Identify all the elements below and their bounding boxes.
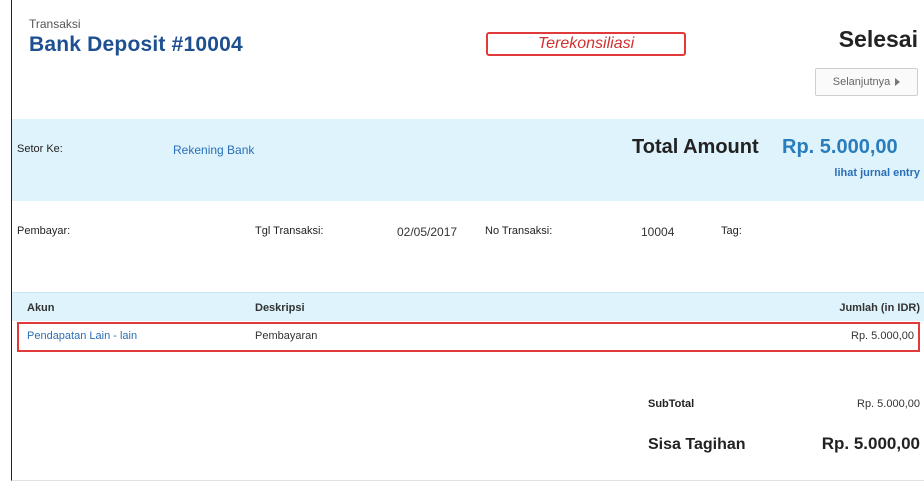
next-button-label: Selanjutnya: [832, 76, 891, 88]
tag-label: Tag:: [721, 225, 742, 237]
row-description: Pembayaran: [255, 330, 318, 342]
view-journal-entry-link[interactable]: lihat jurnal entry: [834, 167, 920, 179]
column-account: Akun: [27, 302, 55, 314]
reconciled-status-badge: Terekonsiliasi: [486, 32, 686, 56]
transaction-date-value: 02/05/2017: [397, 225, 458, 239]
transaction-date-label: Tgl Transaksi:: [255, 225, 324, 237]
subtotal-value: Rp. 5.000,00: [857, 398, 920, 410]
subtotal-label: SubTotal: [648, 398, 695, 410]
deposit-to-label: Setor Ke:: [17, 143, 63, 155]
remaining-balance-label: Sisa Tagihan: [648, 436, 746, 453]
total-amount-value: Rp. 5.000,00: [782, 136, 898, 158]
transaction-panel: [11, 0, 924, 481]
table-row[interactable]: [17, 322, 920, 352]
page-title: Bank Deposit #10004: [29, 33, 243, 56]
transaction-type-label: Transaksi: [29, 17, 81, 31]
total-amount-label: Total Amount: [632, 136, 759, 158]
summary-band: [12, 119, 924, 201]
transaction-number-label: No Transaksi:: [485, 225, 553, 237]
next-button[interactable]: Selanjutnya: [815, 68, 918, 96]
payer-label: Pembayar:: [17, 225, 71, 237]
caret-right-icon: [895, 78, 901, 86]
column-amount: Jumlah (in IDR): [839, 302, 920, 314]
row-account-link[interactable]: Pendapatan Lain - lain: [27, 330, 137, 342]
status-label: Selesai: [838, 26, 918, 52]
table-header: [12, 292, 924, 321]
remaining-balance-value: Rp. 5.000,00: [821, 434, 920, 453]
row-amount: Rp. 5.000,00: [851, 330, 914, 342]
column-description: Deskripsi: [255, 302, 305, 314]
transaction-number-value: 10004: [641, 225, 675, 239]
deposit-account-link[interactable]: Rekening Bank: [173, 143, 254, 157]
